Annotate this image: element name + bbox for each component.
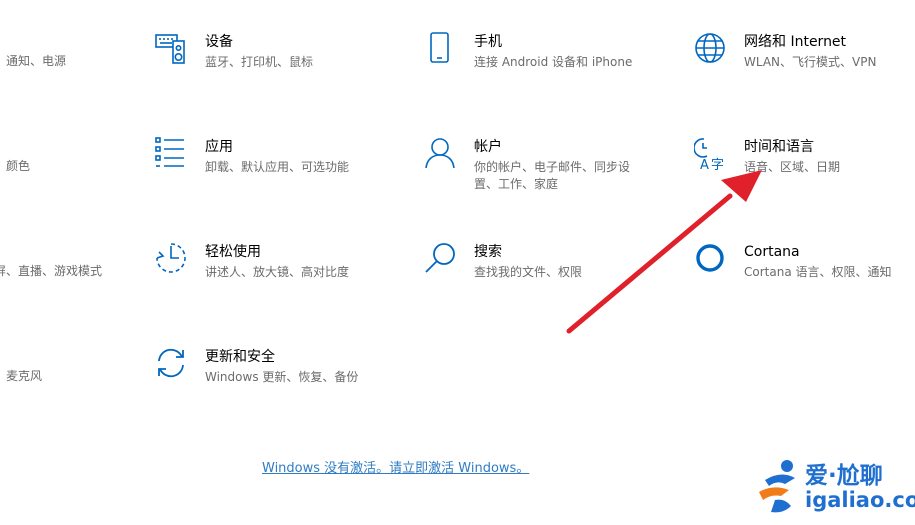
tile-description: Windows 更新、恢复、备份 xyxy=(205,370,359,384)
tile-title: 搜索 xyxy=(474,244,502,260)
tile-description: 连接 Android 设备和 iPhone xyxy=(474,55,633,69)
tile-description: 讲述人、放大镜、高对比度 xyxy=(205,265,350,279)
tile-description: 查找我的文件、权限 xyxy=(474,265,583,279)
svg-text:A: A xyxy=(700,158,709,171)
tile-search[interactable]: 搜索 查找我的文件、权限 xyxy=(424,242,654,302)
tile-description: 卸载、默认应用、可选功能 xyxy=(205,160,350,174)
tile-time-language[interactable]: A 字 时间和语言 语音、区域、日期 xyxy=(694,137,909,197)
tile-title: 手机 xyxy=(474,34,502,50)
tile-title: 应用 xyxy=(205,139,233,155)
tile-apps[interactable]: 应用 卸载、默认应用、可选功能 xyxy=(155,137,385,197)
cortana-circle-icon xyxy=(694,242,728,276)
partial-label-personalization: 颜色 xyxy=(6,159,31,173)
tile-title: 帐户 xyxy=(474,139,502,155)
tile-devices[interactable]: 设备 蓝牙、打印机、鼠标 xyxy=(155,32,385,92)
tile-cortana[interactable]: Cortana Cortana 语言、权限、通知 xyxy=(694,242,909,302)
phone-icon xyxy=(424,32,458,66)
tile-title: 网络和 Internet xyxy=(744,34,847,50)
tile-phone[interactable]: 手机 连接 Android 设备和 iPhone xyxy=(424,32,654,92)
tile-title: Cortana xyxy=(744,244,800,260)
partial-label-gaming: 屏、直播、游戏模式 xyxy=(0,264,103,278)
tile-description: WLAN、飞行模式、VPN xyxy=(744,55,877,69)
tile-network-internet[interactable]: 网络和 Internet WLAN、飞行模式、VPN xyxy=(694,32,909,92)
watermark-title: 爱·尬聊 xyxy=(805,463,883,489)
tile-title: 设备 xyxy=(205,34,233,50)
tile-description: Cortana 语言、权限、通知 xyxy=(744,265,892,279)
ease-of-access-icon xyxy=(155,242,189,276)
tile-title: 时间和语言 xyxy=(744,139,814,155)
tile-title: 轻松使用 xyxy=(205,244,261,260)
tile-title: 更新和安全 xyxy=(205,349,275,365)
time-language-icon: A 字 xyxy=(694,137,728,171)
site-watermark: 爱·尬聊 igaliao.com xyxy=(755,456,915,522)
partial-label-system: 通知、电源 xyxy=(6,54,67,68)
person-icon xyxy=(424,137,458,171)
watermark-logo-icon xyxy=(759,460,795,513)
partial-label-privacy: 麦克风 xyxy=(6,369,43,383)
activate-windows-link[interactable]: Windows 没有激活。请立即激活 Windows。 xyxy=(262,457,529,476)
keyboard-speaker-icon xyxy=(155,32,189,66)
tile-description: 语音、区域、日期 xyxy=(744,160,841,174)
tile-ease-of-access[interactable]: 轻松使用 讲述人、放大镜、高对比度 xyxy=(155,242,385,302)
tile-description: 蓝牙、打印机、鼠标 xyxy=(205,55,314,69)
apps-list-icon xyxy=(155,137,189,171)
search-icon xyxy=(424,242,458,276)
watermark-url: igaliao.com xyxy=(805,488,915,512)
svg-text:字: 字 xyxy=(711,158,724,171)
tile-description: 你的帐户、电子邮件、同步设置、工作、家庭 xyxy=(474,160,631,191)
tile-update-security[interactable]: 更新和安全 Windows 更新、恢复、备份 xyxy=(155,347,385,407)
update-sync-icon xyxy=(155,347,189,381)
tile-accounts[interactable]: 帐户 你的帐户、电子邮件、同步设置、工作、家庭 xyxy=(424,137,654,197)
globe-icon xyxy=(694,32,728,66)
